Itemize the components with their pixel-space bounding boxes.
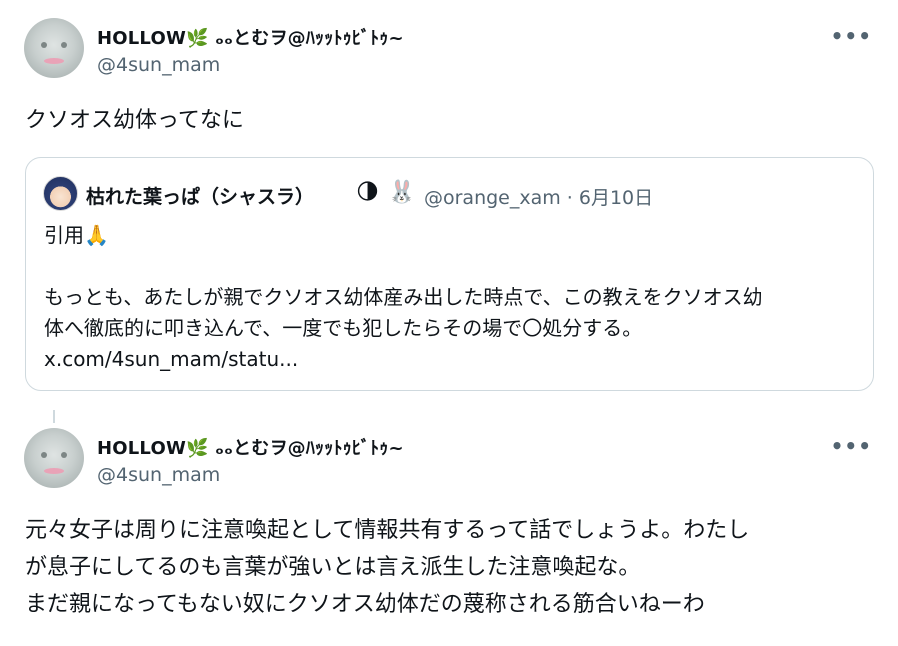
quoted-text-line: 引用🙏 xyxy=(44,223,109,247)
avatar[interactable] xyxy=(24,18,84,78)
quoted-tweet-card[interactable]: 枯れた葉っぱ（シャスラ） 🌗 🐰 @orange_xam · 6月10日 引用🙏… xyxy=(25,157,874,391)
tweet-text-line: が息子にしてるのも言葉が強いとは言え派生した注意喚起な。 xyxy=(25,555,641,580)
handle[interactable]: @4sun_mam xyxy=(97,464,220,486)
avatar-eye xyxy=(61,452,67,458)
quoted-text-line: 体へ徹底的に叩き込んで、一度でも犯したらその場で〇処分する。 xyxy=(44,316,643,340)
quoted-text-line: もっとも、あたしが親でクソオス幼体産み出した時点で、この教えをクソオス幼 xyxy=(44,285,763,309)
avatar-eye xyxy=(41,42,47,48)
avatar[interactable] xyxy=(24,428,84,488)
rabbit-icon: 🐰 xyxy=(388,180,416,205)
tweet-text: クソオス幼体ってなに xyxy=(25,108,244,133)
display-name[interactable]: HOLLOW🌿 ₒₒとむヲ@ﾊｯｯﾄｩﾋﾞﾄｩ~ xyxy=(97,434,404,460)
tweet-text-line: まだ親になってもない奴にクソオス幼体だの蔑称される筋合いねーわ xyxy=(25,592,705,617)
more-options-icon[interactable]: ••• xyxy=(831,24,872,48)
more-options-icon[interactable]: ••• xyxy=(831,434,872,458)
half-moon-icon: 🌗 xyxy=(356,180,379,205)
avatar-eye xyxy=(41,452,47,458)
quoted-handle-date[interactable]: @orange_xam · 6月10日 xyxy=(424,183,653,210)
quoted-link[interactable]: x.com/4sun_mam/statu... xyxy=(44,344,298,375)
quoted-avatar[interactable] xyxy=(43,176,78,211)
avatar-mouth xyxy=(44,468,64,474)
tweet-text-line: 元々女子は周りに注意喚起として情報共有するって話でしょうよ。わたし xyxy=(25,518,750,543)
avatar-eye xyxy=(61,42,67,48)
thread-connector xyxy=(53,410,55,423)
quoted-display-name[interactable]: 枯れた葉っぱ（シャスラ） xyxy=(86,182,314,209)
avatar-mouth xyxy=(44,58,64,64)
display-name[interactable]: HOLLOW🌿 ₒₒとむヲ@ﾊｯｯﾄｩﾋﾞﾄｩ~ xyxy=(97,24,404,50)
handle[interactable]: @4sun_mam xyxy=(97,54,220,76)
